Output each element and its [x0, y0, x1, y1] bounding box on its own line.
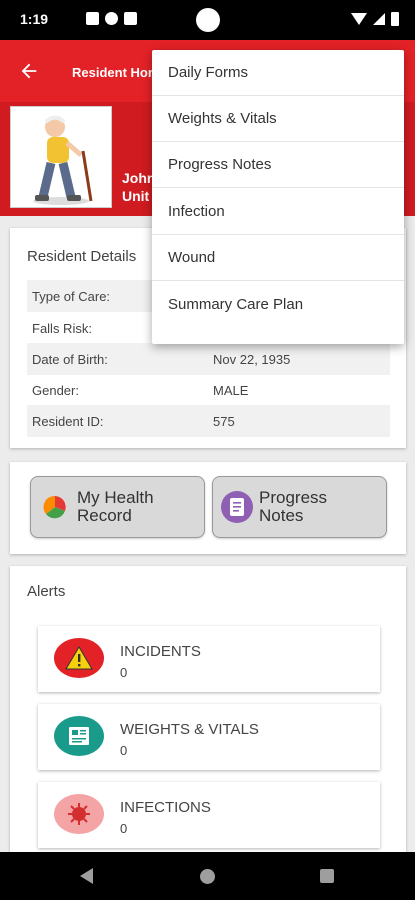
health-record-label: My Health Record [77, 488, 154, 525]
germ-icon [54, 794, 104, 834]
menu-item-weights-vitals[interactable]: Weights & Vitals [152, 96, 404, 142]
status-time: 1:19 [20, 11, 49, 27]
progress-notes-icon [221, 491, 253, 523]
alert-item-incidents[interactable]: INCIDENTS 0 [38, 626, 380, 692]
signal-icon [373, 13, 385, 25]
app-notification-icon [105, 12, 118, 25]
alert-count: 0 [120, 665, 128, 680]
resident-name: John [122, 170, 156, 186]
camera-cutout [196, 8, 220, 32]
status-bar: 1:19 [0, 0, 415, 40]
detail-label: Resident ID: [32, 413, 104, 429]
alert-label: INCIDENTS [120, 643, 201, 660]
back-arrow-icon[interactable] [18, 56, 48, 86]
detail-row-gender: Gender: MALE [27, 374, 390, 406]
system-nav-bar [0, 852, 415, 900]
alert-label: WEIGHTS & VITALS [120, 721, 259, 738]
menu-item-progress-notes[interactable]: Progress Notes [152, 142, 404, 188]
alert-item-weights-vitals[interactable]: WEIGHTS & VITALS 0 [38, 704, 380, 770]
detail-label: Gender: [32, 382, 79, 398]
avatar [10, 106, 112, 208]
progress-notes-label: Progress Notes [259, 488, 328, 525]
menu-item-summary-care-plan[interactable]: Summary Care Plan [152, 281, 404, 327]
progress-notes-button[interactable]: Progress Notes [212, 476, 387, 538]
nav-back-icon[interactable] [80, 868, 93, 884]
system-icons [351, 12, 399, 26]
sim-icon [124, 12, 137, 25]
notification-icons [86, 12, 137, 25]
notification-icon [86, 12, 99, 25]
health-record-icon [39, 491, 71, 523]
detail-value: MALE [213, 382, 249, 398]
detail-row-date-of-birth: Date of Birth: Nov 22, 1935 [27, 343, 390, 375]
health-record-button[interactable]: My Health Record [30, 476, 205, 538]
alert-count: 0 [120, 821, 128, 836]
alert-label: INFECTIONS [120, 799, 211, 816]
detail-label: Type of Care: [32, 288, 111, 304]
alerts-card: Alerts INCIDENTS 0 WEIGHTS & VITALS 0 IN… [10, 566, 406, 852]
battery-icon [391, 12, 399, 26]
alert-item-infections[interactable]: INFECTIONS 0 [38, 782, 380, 848]
detail-label: Date of Birth: [32, 351, 108, 367]
alerts-title: Alerts [27, 583, 66, 600]
nav-home-icon[interactable] [200, 869, 215, 884]
alert-count: 0 [120, 743, 128, 758]
vitals-icon [54, 716, 104, 756]
detail-label: Falls Risk: [32, 320, 92, 336]
detail-row-resident-id: Resident ID: 575 [27, 405, 390, 437]
resident-unit: Unit [122, 188, 150, 204]
wifi-icon [351, 13, 367, 25]
overflow-menu: Daily Forms Weights & Vitals Progress No… [152, 50, 404, 344]
warning-icon [54, 638, 104, 678]
menu-item-infection[interactable]: Infection [152, 189, 404, 235]
menu-item-daily-forms[interactable]: Daily Forms [152, 50, 404, 96]
menu-item-wound[interactable]: Wound [152, 235, 404, 281]
detail-value: Nov 22, 1935 [213, 351, 291, 367]
section-title: Resident Details [27, 248, 137, 265]
quick-actions-card: My Health Record Progress Notes [10, 462, 406, 554]
detail-value: 575 [213, 413, 235, 429]
nav-recents-icon[interactable] [320, 869, 334, 883]
